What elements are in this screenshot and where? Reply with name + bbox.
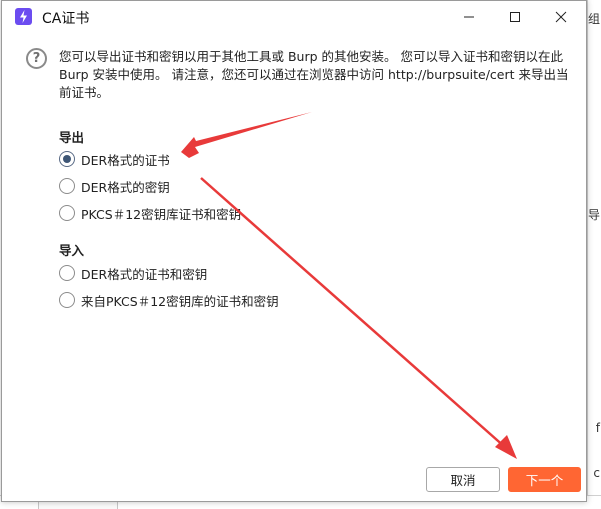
export-option-pkcs12[interactable]: PKCS＃12密钥库证书和密钥 — [59, 203, 241, 223]
radio-button[interactable] — [59, 205, 75, 221]
intro-text: 您可以导出证书和密钥以用于其他工具或 Burp 的其他安装。 您可以导入证书和密… — [59, 49, 569, 100]
import-option-pkcs12[interactable]: 来自PKCS＃12密钥库的证书和密钥 — [59, 290, 279, 310]
minimize-button[interactable] — [446, 1, 492, 33]
radio-button[interactable] — [59, 178, 75, 194]
radio-button[interactable] — [59, 292, 75, 308]
import-section-title: 导入 — [59, 243, 85, 258]
maximize-button[interactable] — [492, 1, 538, 33]
background-text-fragment: f — [595, 421, 600, 435]
next-button[interactable]: 下一个 — [508, 467, 581, 492]
close-icon — [555, 11, 567, 23]
close-button[interactable] — [538, 1, 584, 33]
ca-certificate-dialog: CA证书 ? 您可以导出证书和密钥以用于其他工具或 Burp 的其他安装。 您可… — [1, 0, 587, 502]
background-text-fragment: c — [593, 466, 600, 480]
option-label: 来自PKCS＃12密钥库的证书和密钥 — [81, 293, 279, 309]
export-section-title: 导出 — [59, 130, 85, 145]
title-bar[interactable]: CA证书 — [2, 1, 586, 33]
burp-app-icon — [15, 8, 32, 25]
export-option-der-certificate[interactable]: DER格式的证书 — [59, 149, 170, 169]
cancel-button[interactable]: 取消 — [426, 467, 500, 492]
option-label: DER格式的证书 — [81, 152, 170, 168]
radio-button-checked[interactable] — [59, 151, 75, 167]
window-title: CA证书 — [42, 11, 90, 27]
option-label: DER格式的密钥 — [81, 179, 170, 195]
radio-button[interactable] — [59, 265, 75, 281]
export-option-der-private-key[interactable]: DER格式的密钥 — [59, 176, 170, 196]
import-option-der-cert-and-key[interactable]: DER格式的证书和密钥 — [59, 263, 207, 283]
background-text-fragment: 组 — [587, 12, 600, 26]
background-right-panel: 组 导 f c — [587, 0, 601, 509]
background-text-fragment: 导 — [587, 208, 600, 222]
option-label: DER格式的证书和密钥 — [81, 266, 208, 282]
help-icon[interactable]: ? — [26, 48, 47, 69]
minimize-icon — [464, 16, 474, 18]
maximize-icon — [510, 12, 520, 22]
option-label: PKCS＃12密钥库证书和密钥 — [81, 206, 242, 222]
